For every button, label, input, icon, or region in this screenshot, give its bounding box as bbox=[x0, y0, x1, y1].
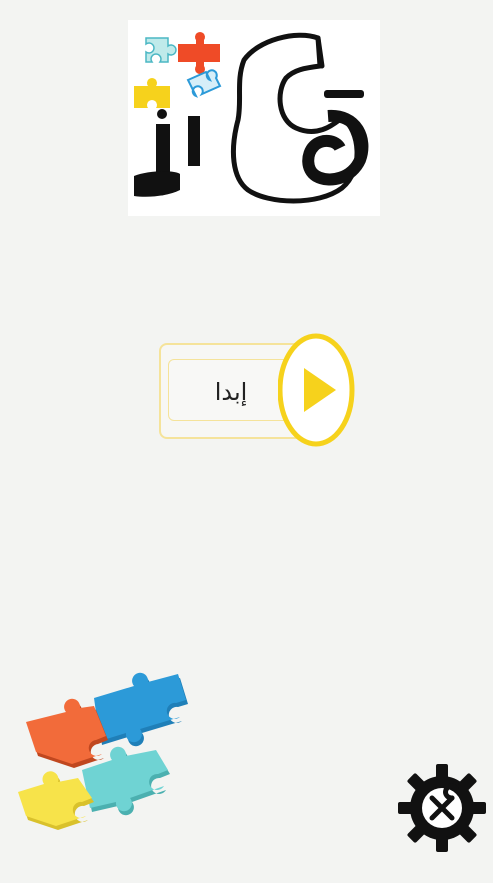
logo-puzzle-orange-icon bbox=[178, 31, 220, 74]
app-logo bbox=[128, 20, 380, 216]
play-icon[interactable] bbox=[278, 332, 358, 448]
start-button[interactable]: إبدا bbox=[156, 330, 360, 452]
logo-puzzle-blue-icon bbox=[186, 69, 222, 98]
flexed-arm-puzzle-logo-icon bbox=[134, 31, 369, 204]
logo-puzzle-teal-icon bbox=[145, 37, 177, 63]
logo-puzzle-yellow-icon bbox=[134, 77, 170, 108]
gear-wrench-icon bbox=[398, 764, 486, 852]
puzzle-blue-piece-icon bbox=[94, 672, 188, 747]
puzzle-pieces-icon bbox=[14, 668, 194, 838]
puzzle-yellow-piece-icon bbox=[18, 771, 94, 830]
puzzle-teal-piece-icon bbox=[82, 746, 170, 816]
start-button-label: إبدا bbox=[214, 378, 248, 406]
settings-button[interactable] bbox=[394, 760, 490, 856]
